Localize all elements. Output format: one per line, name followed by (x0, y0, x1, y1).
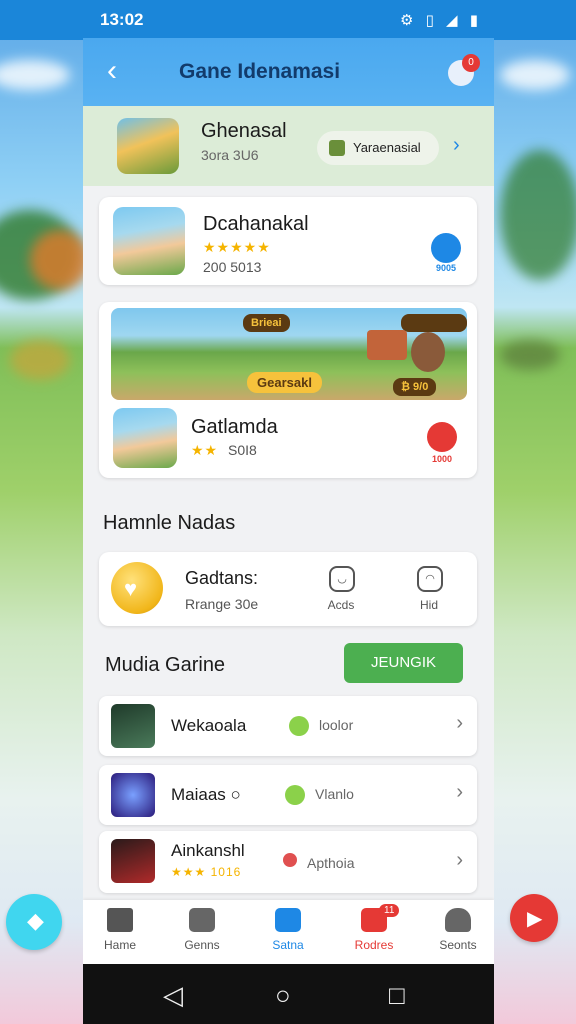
nav-item-rewards[interactable]: 11 Rodres (339, 904, 409, 952)
tag-icon (285, 785, 305, 805)
list-item-title: Maiaas ○ (171, 785, 241, 804)
play-button[interactable]: ▶ (510, 894, 558, 942)
featured-game-title: Ghenasal (201, 120, 287, 142)
list-item[interactable]: Ainkanshl ★★★ 1016 Apthoia › (99, 831, 477, 893)
stats-title: Gadtans: (185, 568, 259, 588)
list-item-rating: ★★★ 1016 (171, 865, 242, 879)
person-icon (445, 908, 471, 932)
achievement-icon[interactable]: ◡ (329, 566, 355, 592)
app-bar: ‹ Gane Idenamasi 0 (83, 38, 494, 106)
list-item-tag: Vlanlo (315, 786, 354, 802)
list-item-title: Ainkanshl (171, 841, 245, 860)
tag-icon (289, 716, 309, 736)
featured-game-subtitle: 3ora 3U6 (201, 147, 259, 163)
chevron-right-icon: › (456, 712, 463, 734)
stats-subtitle: Rrange 30e (185, 596, 259, 612)
list-item-tag: loolor (319, 717, 354, 733)
stats-card[interactable]: ♥ Gadtans: Rrange 30e ◡ Acds ◠ Hid (99, 552, 477, 626)
cloud-shape (0, 60, 70, 90)
status-bar: 13:02 ⚙ ▯ ◢ ▮ (0, 0, 576, 40)
nav-label: Hame (103, 938, 136, 952)
game-icon (111, 839, 155, 883)
system-home-icon[interactable]: ○ (275, 980, 291, 1011)
profile-icon[interactable]: ◠ (417, 566, 443, 592)
page-title: Gane Idenamasi (179, 60, 341, 83)
game-rating: ★★ S0I8 (191, 442, 257, 459)
rock-shape (10, 340, 70, 380)
floating-action-button[interactable]: ◆ (6, 894, 62, 950)
featured-game-strip[interactable]: Ghenasal 3ora 3U6 Yaraenasial › (83, 106, 494, 186)
nav-label: Seonts (439, 938, 477, 952)
list-item[interactable]: Maiaas ○ Vlanlo › (99, 765, 477, 825)
game-title: Gatlamda (191, 416, 278, 438)
status-time: 13:02 (100, 10, 144, 29)
game-thumbnail (113, 408, 177, 468)
cta-button[interactable]: JEUNGIK (344, 643, 463, 683)
system-recents-icon[interactable]: □ (389, 980, 405, 1011)
gear-label: 1000 (431, 454, 453, 464)
stat-label: Hid (419, 598, 438, 612)
tree-shape (500, 150, 576, 280)
banner-caption: Gearsakl (247, 372, 322, 393)
character-shape (411, 332, 445, 372)
game-thumbnail (117, 118, 179, 174)
home-icon (107, 908, 133, 932)
game-card[interactable]: Dcahanakal ★★★★★ 200 5013 9005 (99, 197, 477, 285)
game-icon (111, 773, 155, 817)
game-thumbnail (113, 207, 185, 275)
nav-badge: 11 (379, 904, 400, 917)
chevron-right-icon[interactable]: › (453, 134, 460, 157)
gear-icon[interactable] (431, 233, 461, 263)
coin-icon: ♥ (111, 562, 163, 614)
diamond-icon: ◆ (27, 908, 44, 933)
section-heading: Mudia Garine (105, 654, 226, 676)
list-item[interactable]: Wekaoala loolor › (99, 696, 477, 756)
rock-shape (500, 340, 560, 370)
star-rating: ★★★★★ (203, 239, 271, 255)
hut-shape (367, 330, 407, 360)
featured-category-pill[interactable]: Yaraenasial (317, 131, 439, 165)
status-icons: ⚙ ▯ ◢ ▮ (400, 12, 482, 29)
tag-icon (283, 853, 297, 867)
system-navigation-bar: ◁ ○ □ (83, 964, 494, 1024)
nav-item-store[interactable]: Satna (253, 908, 323, 952)
star-rating: ★★ (191, 442, 219, 458)
banner-counter: ₿ 9/0 (393, 378, 437, 396)
nav-item-home[interactable]: Hame (85, 908, 155, 952)
back-arrow-icon[interactable]: ‹ (97, 56, 127, 86)
chevron-right-icon: › (456, 781, 463, 803)
pill-label: Yaraenasial (353, 140, 421, 155)
store-icon (275, 908, 301, 932)
nav-label: Satna (272, 938, 304, 952)
play-icon: ▶ (527, 908, 543, 930)
nav-item-games[interactable]: Genns (167, 908, 237, 952)
app-window: ‹ Gane Idenamasi 0 Ghenasal 3ora 3U6 Yar… (83, 38, 494, 964)
section-heading: Hamnle Nadas (103, 512, 236, 534)
nav-item-profile[interactable]: Seonts (423, 908, 493, 952)
game-icon (111, 704, 155, 748)
stat-label: Acds (327, 598, 355, 612)
game-card[interactable]: Brieai Gearsakl ₿ 9/0 Gatlamda ★★ S0I8 1… (99, 302, 477, 478)
nav-label: Rodres (354, 938, 394, 952)
hut-shape (30, 230, 90, 290)
notification-badge: 0 (462, 54, 480, 72)
banner-tag-blank (401, 314, 467, 332)
cloud-shape (500, 60, 570, 90)
category-icon (329, 140, 345, 156)
gear-icon[interactable] (427, 422, 457, 452)
bottom-navigation: Hame Genns Satna 11 Rodres Seonts (83, 900, 494, 964)
gear-label: 9005 (435, 263, 457, 273)
list-item-tag: Apthoia (307, 855, 355, 871)
game-meta: 200 5013 (203, 259, 262, 275)
system-back-icon[interactable]: ◁ (163, 980, 183, 1011)
chevron-right-icon: › (456, 849, 463, 871)
nav-label: Genns (184, 938, 220, 952)
list-item-title: Wekaoala (171, 716, 247, 735)
game-banner[interactable]: Brieai Gearsakl ₿ 9/0 (111, 308, 467, 400)
game-meta: S0I8 (228, 442, 257, 458)
game-title: Dcahanakal (203, 213, 309, 235)
banner-tag: Brieai (243, 314, 290, 332)
list-icon (189, 908, 215, 932)
